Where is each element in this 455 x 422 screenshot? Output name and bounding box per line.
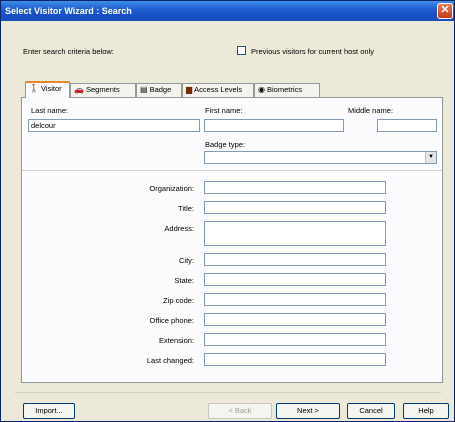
office-phone-label: Office phone: bbox=[149, 316, 194, 325]
first-name-field[interactable] bbox=[204, 119, 344, 132]
title-label: Title: bbox=[178, 204, 194, 213]
last-changed-field[interactable] bbox=[204, 353, 386, 366]
window-titlebar: Select Visitor Wizard : Search bbox=[1, 1, 454, 21]
middle-name-field[interactable] bbox=[377, 119, 437, 132]
badge-type-label: Badge type: bbox=[205, 140, 246, 149]
first-name-label: First name: bbox=[205, 106, 243, 115]
state-label: State: bbox=[174, 276, 194, 285]
tab-segments[interactable]: 🚗 Segments bbox=[70, 83, 136, 97]
last-name-label: Last name: bbox=[31, 106, 69, 115]
tab-access-levels[interactable]: ▆ Access Levels bbox=[182, 83, 254, 97]
window-title: Select Visitor Wizard : Search bbox=[5, 6, 132, 16]
tab-visitor[interactable]: 🚶 Visitor bbox=[25, 81, 70, 98]
segments-icon: 🚗 bbox=[74, 85, 84, 94]
cancel-button[interactable]: Cancel bbox=[347, 403, 395, 419]
office-phone-field[interactable] bbox=[204, 313, 386, 326]
previous-visitors-label: Previous visitors for current host only bbox=[251, 47, 374, 56]
chevron-down-icon[interactable]: ▼ bbox=[425, 152, 436, 163]
criteria-prompt: Enter search criteria below: bbox=[23, 47, 114, 56]
next-button[interactable]: Next > bbox=[276, 403, 340, 419]
extension-field[interactable] bbox=[204, 333, 386, 346]
back-button[interactable]: < Back bbox=[208, 403, 272, 419]
organization-label: Organization: bbox=[149, 184, 194, 193]
help-button[interactable]: Help bbox=[403, 403, 449, 419]
state-field[interactable] bbox=[204, 273, 386, 286]
city-field[interactable] bbox=[204, 253, 386, 266]
address-label: Address: bbox=[164, 224, 194, 233]
divider bbox=[22, 170, 442, 171]
zip-code-label: Zip code: bbox=[163, 296, 194, 305]
organization-field[interactable] bbox=[204, 181, 386, 194]
import-button[interactable]: Import... bbox=[23, 403, 75, 419]
zip-code-field[interactable] bbox=[204, 293, 386, 306]
biometrics-icon: ◉ bbox=[258, 85, 265, 94]
tab-badge[interactable]: ▤ Badge bbox=[136, 83, 182, 97]
last-changed-label: Last changed: bbox=[146, 356, 194, 365]
close-icon[interactable]: ✕ bbox=[437, 3, 453, 19]
address-field[interactable] bbox=[204, 221, 386, 246]
title-field[interactable] bbox=[204, 201, 386, 214]
extension-label: Extension: bbox=[158, 336, 194, 345]
badge-type-select[interactable]: ▼ bbox=[204, 151, 437, 164]
previous-visitors-checkbox[interactable] bbox=[237, 46, 246, 55]
person-icon: 🚶 bbox=[29, 84, 39, 93]
last-name-field[interactable]: delcour bbox=[28, 119, 200, 132]
visitor-tab-panel: Last name: delcour First name: Middle na… bbox=[21, 97, 443, 383]
badge-icon: ▤ bbox=[140, 85, 148, 94]
footer-divider bbox=[15, 392, 441, 393]
middle-name-label: Middle name: bbox=[348, 106, 394, 115]
city-label: City: bbox=[179, 256, 194, 265]
access-icon: ▆ bbox=[186, 85, 193, 94]
select-visitor-wizard-window: Select Visitor Wizard : Search ✕ Enter s… bbox=[0, 0, 455, 422]
tab-biometrics[interactable]: ◉ Biometrics bbox=[254, 83, 320, 97]
